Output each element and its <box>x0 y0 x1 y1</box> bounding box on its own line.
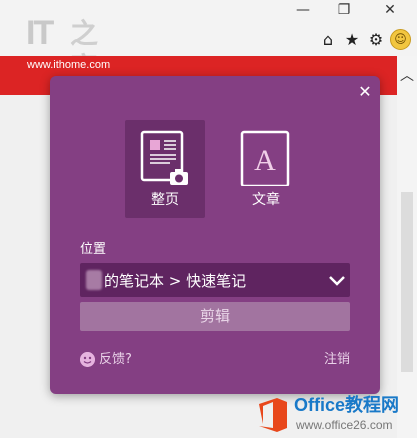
full-page-icon <box>140 130 188 185</box>
maximize-button[interactable]: ❐ <box>321 0 367 22</box>
mode-full-page-label: 整页 <box>151 192 179 208</box>
ithome-logo: IT 之家 <box>26 14 104 84</box>
watermark-url: www.office26.com <box>296 418 393 432</box>
smiley-icon[interactable]: ☺ <box>390 29 411 50</box>
site-url: www.ithome.com <box>27 59 111 71</box>
chevron-down-icon[interactable] <box>328 270 346 290</box>
close-icon[interactable]: ✕ <box>356 83 374 101</box>
office-logo-icon <box>259 398 287 432</box>
watermark-title: Office教程网 <box>294 395 400 415</box>
scrollbar-thumb[interactable] <box>401 192 413 372</box>
article-glyph: A <box>254 144 276 177</box>
article-icon: A <box>240 130 290 186</box>
close-window-button[interactable]: ✕ <box>367 0 413 22</box>
sign-out-link[interactable]: 注销 <box>310 351 350 369</box>
chevron-up-icon[interactable]: ︿ <box>397 66 417 86</box>
gear-icon[interactable]: ⚙ <box>366 30 386 50</box>
notebook-location-value: 的笔记本 > 快速笔记 <box>104 272 247 290</box>
clip-button[interactable]: 剪辑 <box>80 302 350 331</box>
location-label: 位置 <box>80 242 107 257</box>
feedback-smiley-icon[interactable] <box>80 352 95 367</box>
onenote-clipper-panel <box>50 76 380 394</box>
star-icon[interactable]: ★ <box>342 30 362 50</box>
minimize-button[interactable]: — <box>280 0 326 22</box>
logo-it-text: IT <box>26 14 54 52</box>
home-icon[interactable]: ⌂ <box>318 30 338 50</box>
blurred-username <box>86 270 102 290</box>
logo-zh-text: 之家 <box>70 17 99 84</box>
mode-article-label: 文章 <box>252 192 280 208</box>
feedback-link[interactable]: 反馈? <box>99 351 159 369</box>
